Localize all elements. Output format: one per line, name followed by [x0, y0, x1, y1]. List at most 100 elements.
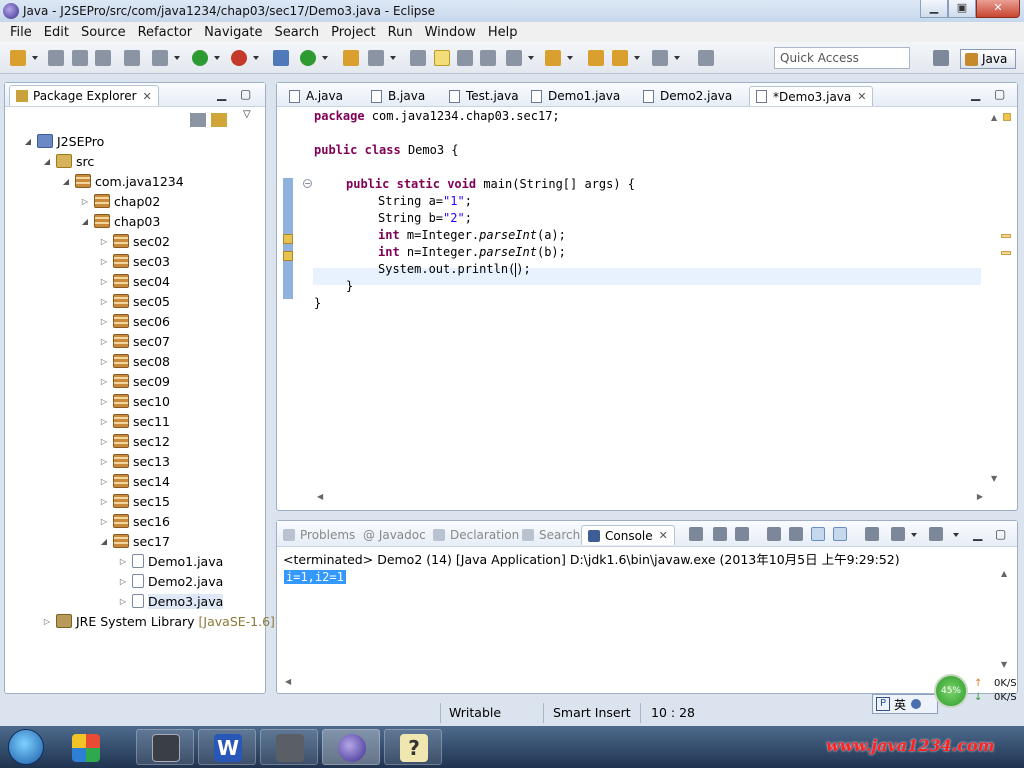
- editor-horizontal-scrollbar[interactable]: ◀ ▶: [313, 492, 983, 502]
- ime-language[interactable]: 英: [894, 696, 906, 713]
- console-maximize-icon[interactable]: ▢: [995, 527, 1006, 541]
- tree-item[interactable]: ◢ chap03: [80, 211, 160, 231]
- tree-item[interactable]: ▷ sec13: [99, 451, 170, 471]
- menu-file[interactable]: File: [4, 25, 38, 40]
- collapsed-arrow-icon[interactable]: ▷: [118, 557, 128, 566]
- collapsed-arrow-icon[interactable]: ▷: [99, 257, 109, 266]
- show-whitespace-icon[interactable]: [480, 50, 496, 66]
- pin-editor-icon[interactable]: [698, 50, 714, 66]
- block-selection-icon[interactable]: [457, 50, 473, 66]
- menu-project[interactable]: Project: [325, 25, 381, 40]
- collapsed-arrow-icon[interactable]: ▷: [99, 497, 109, 506]
- menu-edit[interactable]: Edit: [38, 25, 75, 40]
- expanded-arrow-icon[interactable]: ◢: [42, 157, 52, 166]
- editor-tab[interactable]: Demo1.java: [525, 86, 626, 106]
- taskbar-app-terminal[interactable]: [136, 729, 194, 765]
- tab-javadoc[interactable]: @ Javadoc: [363, 525, 426, 545]
- maximize-view-icon[interactable]: ▢: [240, 87, 251, 101]
- collapsed-arrow-icon[interactable]: ▷: [42, 617, 52, 626]
- open-type-icon[interactable]: [343, 50, 359, 66]
- forward-icon[interactable]: [652, 50, 668, 66]
- tree-item[interactable]: ▷ sec03: [99, 251, 170, 271]
- tree-item[interactable]: ▷ sec10: [99, 391, 170, 411]
- taskbar-app-media[interactable]: [56, 729, 114, 765]
- show-on-stdout-icon[interactable]: [811, 527, 825, 541]
- collapse-all-icon[interactable]: [190, 113, 206, 127]
- editor-tab[interactable]: Test.java: [443, 86, 525, 106]
- console-vertical-scrollbar[interactable]: ▲ ▼: [1001, 569, 1011, 669]
- display-console-dropdown-icon[interactable]: [911, 533, 917, 537]
- show-on-stderr-icon[interactable]: [833, 527, 847, 541]
- editor-maximize-icon[interactable]: ▢: [994, 87, 1005, 101]
- external-tools-dropdown-icon[interactable]: [253, 56, 259, 60]
- collapsed-arrow-icon[interactable]: ▷: [99, 457, 109, 466]
- minimize-view-icon[interactable]: ▁: [217, 87, 226, 101]
- overview-marker[interactable]: [1001, 234, 1011, 238]
- collapsed-arrow-icon[interactable]: ▷: [99, 517, 109, 526]
- tree-item[interactable]: ◢ sec17: [99, 531, 170, 551]
- expanded-arrow-icon[interactable]: ◢: [23, 137, 33, 146]
- editor-vertical-scrollbar[interactable]: ▲ ▼: [991, 113, 1001, 483]
- display-console-icon[interactable]: [891, 527, 905, 541]
- collapsed-arrow-icon[interactable]: ▷: [99, 317, 109, 326]
- tree-item[interactable]: ◢ J2SEPro: [23, 131, 104, 151]
- collapsed-arrow-icon[interactable]: ▷: [99, 417, 109, 426]
- tree-item[interactable]: ◢ com.java1234: [61, 171, 184, 191]
- tree-item[interactable]: ▷ sec15: [99, 491, 170, 511]
- open-console-icon[interactable]: [929, 527, 943, 541]
- window-title-bar[interactable]: Java - J2SEPro/src/com/java1234/chap03/s…: [0, 0, 1024, 22]
- collapsed-arrow-icon[interactable]: ▷: [118, 577, 128, 586]
- tree-item[interactable]: ◢ src: [42, 151, 94, 171]
- close-tab-icon[interactable]: ✕: [857, 90, 866, 103]
- debug-dropdown-icon[interactable]: [174, 56, 180, 60]
- tree-item[interactable]: ▷ sec12: [99, 431, 170, 451]
- tree-item[interactable]: ▷ sec08: [99, 351, 170, 371]
- collapsed-arrow-icon[interactable]: ▷: [99, 437, 109, 446]
- expanded-arrow-icon[interactable]: ◢: [80, 217, 90, 226]
- tree-item[interactable]: ▷ sec04: [99, 271, 170, 291]
- mark-occurrences-icon[interactable]: [434, 50, 450, 66]
- package-explorer-tab[interactable]: Package Explorer ✕: [9, 85, 159, 106]
- collapsed-arrow-icon[interactable]: ▷: [99, 357, 109, 366]
- search-icon[interactable]: [368, 50, 384, 66]
- taskbar-app-eclipse[interactable]: [322, 729, 380, 765]
- next-annotation-dropdown-icon[interactable]: [528, 56, 534, 60]
- console-output[interactable]: i=1,i2=1: [284, 570, 346, 584]
- remove-launch-icon[interactable]: [713, 527, 727, 541]
- tree-item[interactable]: ▷ Demo1.java: [118, 551, 223, 571]
- tab-search[interactable]: Search: [522, 525, 580, 545]
- tab-declaration[interactable]: Declaration: [433, 525, 519, 545]
- new-icon[interactable]: [10, 50, 26, 66]
- next-annotation-icon[interactable]: [506, 50, 522, 66]
- menu-help[interactable]: Help: [482, 25, 524, 40]
- tree-item[interactable]: ▷ Demo3.java: [118, 591, 224, 611]
- tree-item[interactable]: ▷ chap02: [80, 191, 160, 211]
- open-perspective-icon[interactable]: [933, 50, 949, 66]
- editor-tab[interactable]: A.java: [283, 86, 349, 106]
- collapsed-arrow-icon[interactable]: ▷: [99, 377, 109, 386]
- remove-all-terminated-icon[interactable]: [735, 527, 749, 541]
- debug-icon[interactable]: [152, 50, 168, 66]
- close-button[interactable]: ✕: [976, 0, 1020, 18]
- menu-run[interactable]: Run: [382, 25, 419, 40]
- tab-console[interactable]: Console ✕: [581, 525, 675, 545]
- menu-navigate[interactable]: Navigate: [198, 25, 268, 40]
- start-button[interactable]: [8, 729, 44, 765]
- minimize-button[interactable]: ▁: [920, 0, 948, 18]
- menu-refactor[interactable]: Refactor: [132, 25, 199, 40]
- ime-moon-icon[interactable]: [911, 699, 922, 709]
- warning-marker-icon[interactable]: [283, 234, 293, 244]
- ime-toolbar[interactable]: P 英: [872, 694, 938, 714]
- prev-annotation-icon[interactable]: [545, 50, 561, 66]
- taskbar-app-help[interactable]: ?: [384, 729, 442, 765]
- overview-warning-icon[interactable]: [1003, 113, 1011, 121]
- run-icon[interactable]: [192, 50, 208, 66]
- new-class-dropdown-icon[interactable]: [322, 56, 328, 60]
- run-dropdown-icon[interactable]: [214, 56, 220, 60]
- back-icon[interactable]: [612, 50, 628, 66]
- prev-annotation-dropdown-icon[interactable]: [567, 56, 573, 60]
- close-tab-icon[interactable]: ✕: [659, 529, 668, 542]
- forward-dropdown-icon[interactable]: [674, 56, 680, 60]
- collapsed-arrow-icon[interactable]: ▷: [99, 297, 109, 306]
- external-tools-icon[interactable]: [231, 50, 247, 66]
